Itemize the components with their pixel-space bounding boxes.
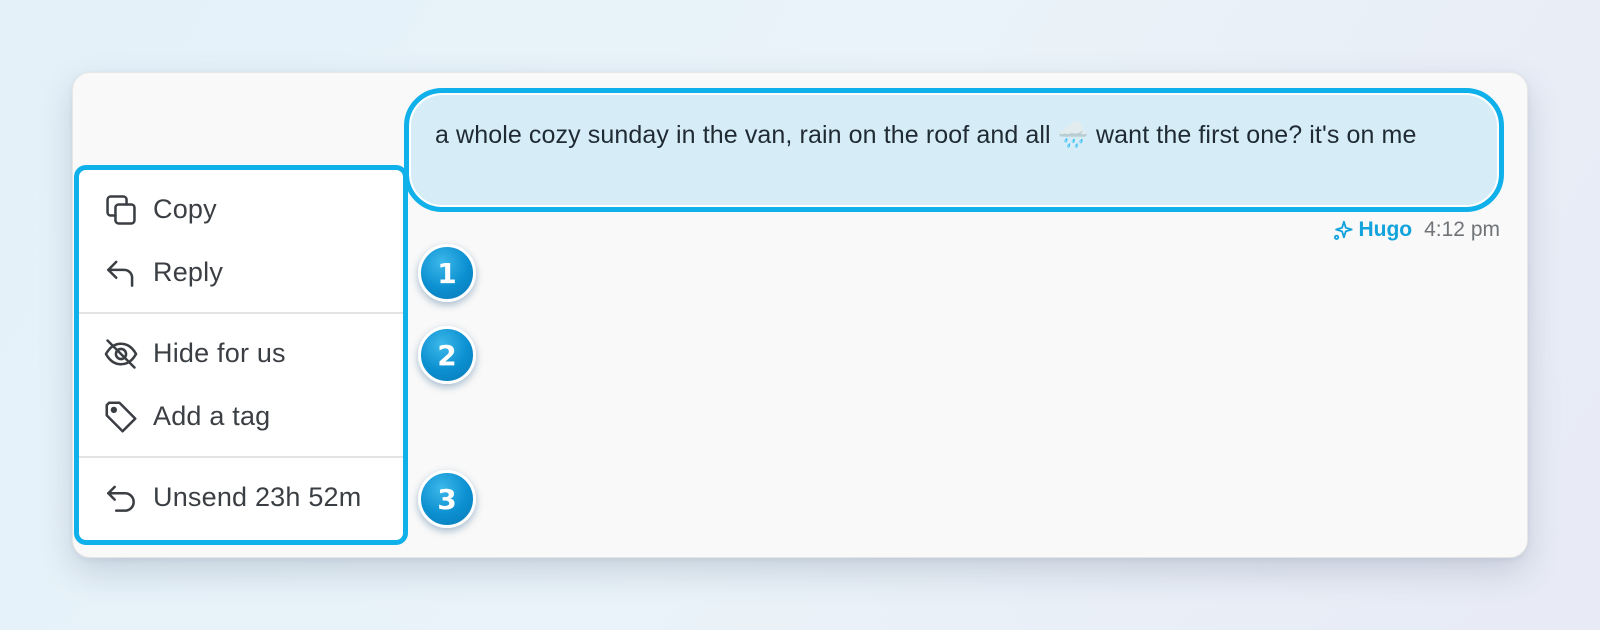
menu-item-label: Add a tag [153, 401, 271, 431]
menu-item-label: Unsend 23h 52m [153, 482, 362, 512]
copy-icon [101, 190, 141, 230]
message-meta: Hugo 4:12 pm [1332, 218, 1500, 242]
annotation-badge-2: 2 [418, 326, 476, 384]
menu-item-label: Copy [153, 194, 217, 224]
context-menu: Copy Reply Hide for us Add a tag Unsend … [74, 165, 408, 545]
annotation-badge-1: 1 [418, 244, 476, 302]
menu-item-label: Hide for us [153, 338, 286, 368]
reply-icon [101, 253, 141, 293]
message-text: a whole cozy sunday in the van, rain on … [435, 121, 1417, 149]
menu-divider [79, 456, 403, 458]
sender[interactable]: Hugo [1332, 218, 1412, 242]
menu-item-add-tag[interactable]: Add a tag [79, 385, 403, 448]
menu-item-unsend[interactable]: Unsend 23h 52m [79, 466, 403, 529]
message-bubble[interactable]: a whole cozy sunday in the van, rain on … [404, 88, 1504, 212]
menu-divider [79, 312, 403, 314]
undo-icon [101, 478, 141, 518]
message-time: 4:12 pm [1424, 218, 1500, 241]
tag-icon [101, 397, 141, 437]
menu-item-copy[interactable]: Copy [79, 178, 403, 241]
sender-name: Hugo [1358, 218, 1413, 241]
menu-item-hide[interactable]: Hide for us [79, 322, 403, 385]
sparkle-icon [1332, 219, 1354, 241]
menu-item-label: Reply [153, 257, 224, 287]
menu-item-reply[interactable]: Reply [79, 241, 403, 304]
annotation-badge-3: 3 [418, 470, 476, 528]
eye-off-icon [101, 334, 141, 374]
